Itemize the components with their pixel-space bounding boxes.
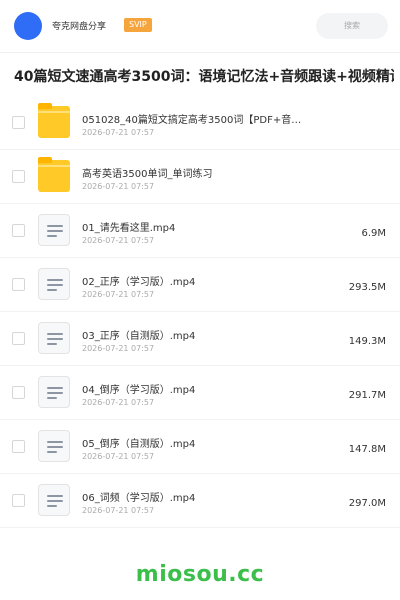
file-row[interactable]: 01_请先看这里.mp4 2026-07-21 07:57 6.9M (0, 204, 400, 258)
watermark: miosou.cc (135, 562, 265, 587)
file-icon (38, 484, 70, 516)
file-name[interactable]: 02_正序（学习版）.mp4 (82, 273, 302, 288)
file-row[interactable]: 05_倒序（自测版）.mp4 2026-07-21 07:57 147.8M (0, 420, 400, 474)
file-date: 2026-07-21 07:57 (82, 290, 155, 299)
file-icon (38, 268, 70, 300)
file-size: 6.9M (361, 228, 386, 239)
file-name[interactable]: 04_倒序（学习版）.mp4 (82, 381, 302, 396)
file-checkbox[interactable] (12, 116, 25, 129)
file-size: 297.0M (348, 498, 386, 509)
file-size: 293.5M (348, 282, 386, 293)
file-name[interactable]: 01_请先看这里.mp4 (82, 219, 302, 234)
file-checkbox[interactable] (12, 386, 25, 399)
file-name[interactable]: 高考英语3500单词_单词练习 (82, 165, 302, 180)
folder-icon (38, 103, 70, 138)
file-date: 2026-07-21 07:57 (82, 344, 155, 353)
file-size: 291.7M (348, 390, 386, 401)
file-name[interactable]: 03_正序（自测版）.mp4 (82, 327, 302, 342)
file-checkbox[interactable] (12, 332, 25, 345)
avatar[interactable] (14, 12, 42, 40)
file-checkbox[interactable] (12, 440, 25, 453)
file-row[interactable]: 02_正序（学习版）.mp4 2026-07-21 07:57 293.5M (0, 258, 400, 312)
file-size: 149.3M (348, 336, 386, 347)
file-date: 2026-07-21 07:57 (82, 398, 155, 407)
folder-icon (38, 157, 70, 192)
file-date: 2026-07-21 07:57 (82, 452, 155, 461)
file-date: 2026-07-21 07:57 (82, 506, 155, 515)
file-row[interactable]: 051028_40篇短文搞定高考3500词【PDF+音频+视频】 2026-07-… (0, 96, 400, 150)
file-icon (38, 430, 70, 462)
share-title: 40篇短文速通高考3500词：语境记忆法+音频跟读+视频精讲 (14, 69, 394, 85)
search-input[interactable]: 搜索 (316, 13, 388, 39)
svip-badge: SVIP (124, 18, 152, 32)
file-size: 147.8M (348, 444, 386, 455)
file-icon (38, 376, 70, 408)
file-name[interactable]: 06_词频（学习版）.mp4 (82, 489, 302, 504)
header: 夸克网盘分享 SVIP 搜索 (0, 0, 400, 52)
file-checkbox[interactable] (12, 224, 25, 237)
file-row[interactable]: 04_倒序（学习版）.mp4 2026-07-21 07:57 291.7M (0, 366, 400, 420)
file-icon (38, 322, 70, 354)
file-checkbox[interactable] (12, 278, 25, 291)
file-checkbox[interactable] (12, 170, 25, 183)
file-row[interactable]: 高考英语3500单词_单词练习 2026-07-21 07:57 (0, 150, 400, 204)
file-name[interactable]: 051028_40篇短文搞定高考3500词【PDF+音频+视频】 (82, 111, 302, 126)
file-icon (38, 214, 70, 246)
file-date: 2026-07-21 07:57 (82, 182, 155, 191)
file-name[interactable]: 05_倒序（自测版）.mp4 (82, 435, 302, 450)
user-name: 夸克网盘分享 (52, 22, 107, 32)
file-date: 2026-07-21 07:57 (82, 128, 155, 137)
file-date: 2026-07-21 07:57 (82, 236, 155, 245)
file-list: 051028_40篇短文搞定高考3500词【PDF+音频+视频】 2026-07-… (0, 96, 400, 528)
file-row[interactable]: 06_词频（学习版）.mp4 2026-07-21 07:57 297.0M (0, 474, 400, 528)
header-divider (0, 52, 400, 53)
file-checkbox[interactable] (12, 494, 25, 507)
file-row[interactable]: 03_正序（自测版）.mp4 2026-07-21 07:57 149.3M (0, 312, 400, 366)
